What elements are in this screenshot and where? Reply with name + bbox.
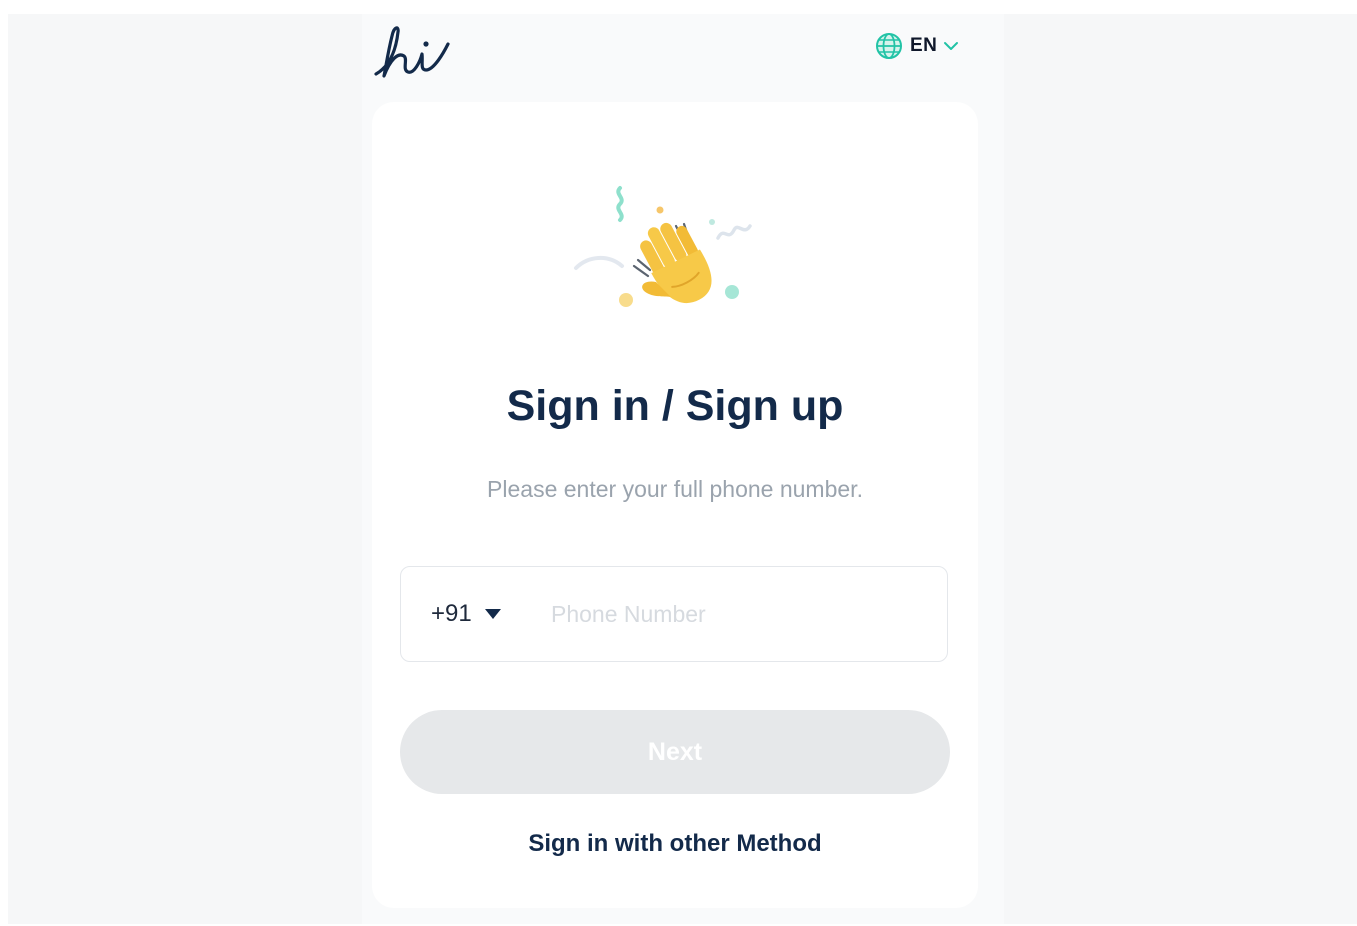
app-column: EN Sign in / Sign up Please enter your f… (362, 14, 1004, 924)
hi-logo[interactable] (368, 22, 458, 82)
signin-card: Sign in / Sign up Please enter your full… (372, 102, 978, 908)
country-code-value: +91 (431, 600, 472, 627)
language-selector[interactable]: EN (874, 32, 959, 60)
page-title: Sign in / Sign up (506, 382, 844, 430)
sign-in-other-method-link[interactable]: Sign in with other Method (372, 830, 978, 858)
caret-down-icon (484, 609, 501, 619)
phone-number-field: +91 (400, 566, 948, 662)
country-code-dropdown[interactable]: +91 (401, 567, 551, 661)
next-button[interactable]: Next (400, 710, 950, 794)
instruction-text: Please enter your full phone number. (487, 476, 863, 502)
language-label: EN (910, 35, 938, 56)
chevron-down-icon (944, 42, 959, 50)
top-bar: EN (362, 14, 1004, 94)
globe-icon (876, 33, 902, 59)
page-background: EN Sign in / Sign up Please enter your f… (8, 14, 1357, 924)
phone-number-input[interactable] (551, 583, 947, 645)
waving-hand-icon (574, 186, 752, 307)
